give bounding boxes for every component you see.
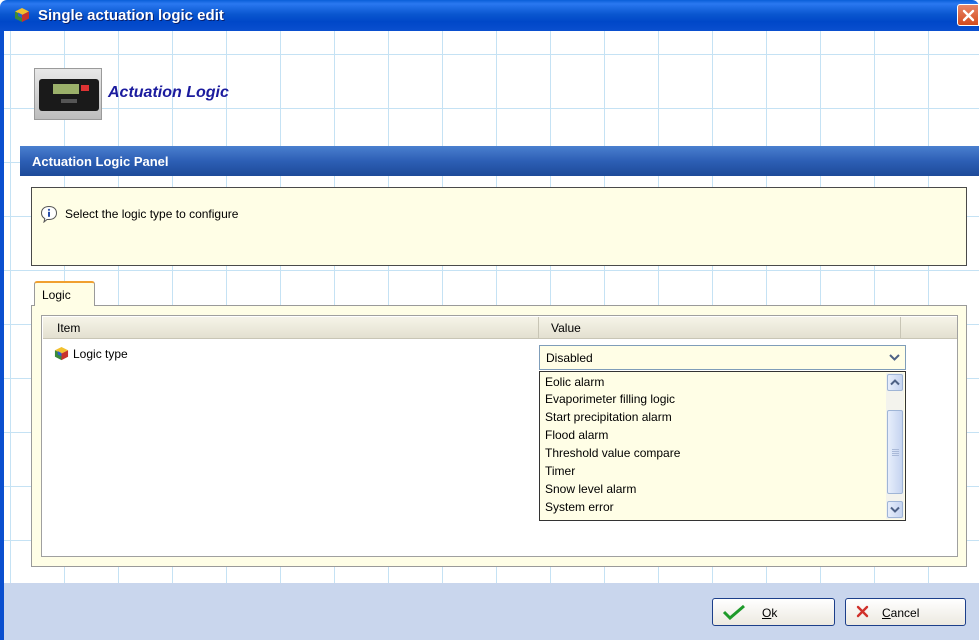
cancel-label: ancel — [890, 606, 920, 620]
window-left-border — [0, 31, 4, 640]
close-icon — [962, 9, 975, 22]
info-text: Select the logic type to configure — [65, 207, 239, 221]
check-icon — [722, 604, 745, 620]
info-icon — [40, 205, 58, 223]
close-button[interactable] — [957, 4, 979, 26]
ok-label: k — [771, 606, 778, 620]
column-header-filler — [901, 317, 957, 339]
panel-header-title: Actuation Logic Panel — [32, 154, 169, 169]
logic-type-value: Disabled — [546, 351, 593, 365]
logic-type-dropdown-list: Eolic alarm Evaporimeter filling logic S… — [539, 371, 906, 521]
title-bar[interactable]: Single actuation logic edit — [0, 0, 979, 31]
scroll-thumb[interactable] — [887, 410, 903, 494]
cancel-x-icon — [856, 605, 869, 618]
ok-button[interactable]: Ok — [712, 598, 835, 626]
window-title: Single actuation logic edit — [38, 7, 224, 24]
dropdown-option[interactable]: System error — [545, 500, 614, 515]
chevron-down-icon — [890, 506, 900, 513]
dropdown-scrollbar[interactable] — [886, 373, 904, 519]
scroll-up-button[interactable] — [887, 374, 903, 391]
dropdown-option[interactable]: Snow level alarm — [545, 482, 636, 497]
chevron-down-icon[interactable] — [886, 349, 903, 366]
dropdown-option[interactable]: Threshold value compare — [545, 446, 680, 461]
tab-logic[interactable]: Logic — [34, 281, 95, 306]
cancel-button[interactable]: Cancel — [845, 598, 966, 626]
banner-title: Actuation Logic — [108, 84, 229, 101]
ok-mnemonic: O — [762, 606, 772, 620]
row-label-logic-type[interactable]: Logic type — [73, 347, 128, 361]
dropdown-option[interactable]: Flood alarm — [545, 428, 608, 443]
dropdown-option[interactable]: Timer — [545, 464, 575, 479]
dropdown-option[interactable]: Start precipitation alarm — [545, 410, 672, 425]
tab-logic-label: Logic — [42, 288, 71, 302]
datalogger-device-icon — [34, 68, 102, 120]
cube-icon — [54, 346, 69, 361]
cancel-mnemonic: C — [882, 606, 891, 620]
info-box: Select the logic type to configure — [31, 187, 967, 266]
scroll-down-button[interactable] — [887, 501, 903, 518]
logic-type-select[interactable]: Disabled — [539, 345, 906, 370]
column-header-item[interactable]: Item — [43, 317, 539, 339]
dropdown-option[interactable]: Eolic alarm — [545, 375, 604, 390]
panel-header: Actuation Logic Panel — [20, 146, 979, 176]
column-header-value[interactable]: Value — [539, 317, 901, 339]
chevron-up-icon — [890, 379, 900, 386]
dropdown-option[interactable]: Evaporimeter filling logic — [545, 392, 675, 407]
app-cube-icon — [15, 8, 29, 22]
